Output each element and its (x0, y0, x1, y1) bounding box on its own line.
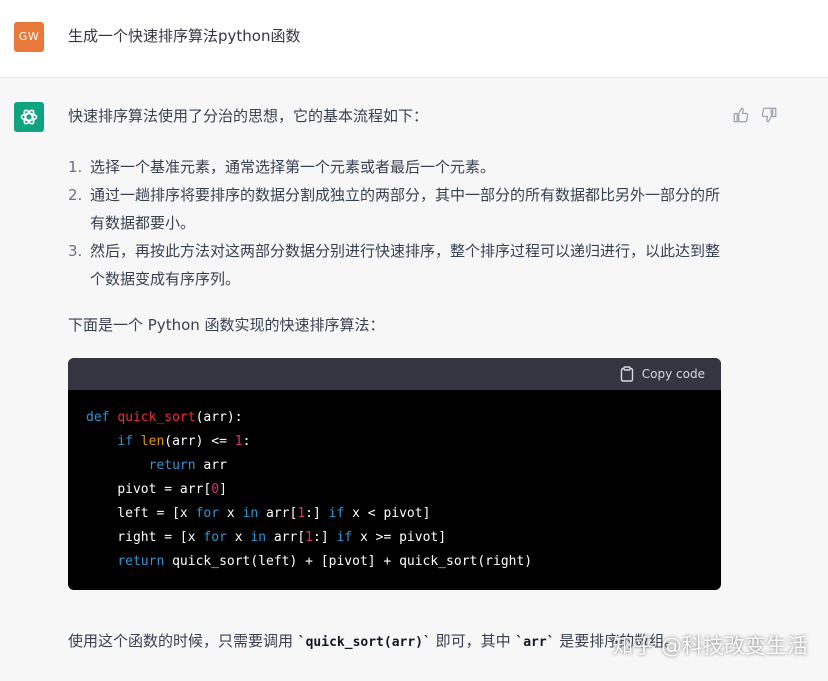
code-line: pivot = arr[0] (117, 482, 227, 497)
step-list: 1. 选择一个基准元素，通常选择第一个元素或者最后一个元素。 2. 通过一趟排序… (68, 153, 728, 293)
clipboard-icon (620, 366, 633, 382)
code-block-header: Copy code (68, 358, 721, 390)
assistant-avatar (14, 102, 44, 132)
copy-code-label: Copy code (641, 367, 705, 381)
openai-logo-icon (20, 109, 38, 125)
user-prompt-text: 生成一个快速排序算法python函数 (68, 27, 301, 45)
list-item: 1. 选择一个基准元素，通常选择第一个元素或者最后一个元素。 (68, 153, 728, 181)
code-block: Copy code def quick_sort(arr): if len(ar… (68, 358, 721, 590)
user-avatar: GW (14, 22, 44, 52)
watermark: 知乎 @科技改变生活 (612, 634, 808, 658)
code-line: if len(arr) <= 1: (117, 434, 251, 449)
inline-code: `quick_sort(arr)` (297, 635, 431, 650)
footer-text: 使用这个函数的时候，只需要调用 `quick_sort(arr)` 即可，其中 … (68, 632, 680, 650)
code-intro: 下面是一个 Python 函数实现的快速排序算法： (68, 316, 385, 334)
step-number: 3. (68, 242, 83, 260)
code-line: return quick_sort(left) + [pivot] + quic… (117, 554, 533, 569)
list-item: 2. 通过一趟排序将要排序的数据分割成独立的两部分，其中一部分的所有数据都比另外… (68, 181, 728, 237)
code-line: right = [x for x in arr[1:] if x >= pivo… (86, 530, 447, 545)
code-line: return arr (148, 458, 227, 473)
step-text: 选择一个基准元素，通常选择第一个元素或者最后一个元素。 (90, 158, 496, 176)
inline-code: `arr` (515, 635, 555, 650)
step-text: 通过一趟排序将要排序的数据分割成独立的两部分，其中一部分的所有数据都比另外一部分… (90, 186, 721, 232)
assistant-intro: 快速排序算法使用了分治的思想，它的基本流程如下： (68, 107, 429, 125)
thumbs-up-icon[interactable] (732, 106, 750, 124)
code-line: def quick_sort(arr): (86, 410, 243, 425)
step-text: 然后，再按此方法对这两部分数据分别进行快速排序，整个排序过程可以递归进行，以此达… (90, 242, 721, 288)
step-number: 1. (68, 158, 83, 176)
thumbs-down-icon[interactable] (760, 106, 778, 124)
copy-code-button[interactable]: Copy code (620, 366, 705, 382)
step-number: 2. (68, 186, 83, 204)
list-item: 3. 然后，再按此方法对这两部分数据分别进行快速排序，整个排序过程可以递归进行，… (68, 237, 728, 293)
code-line: left = [x for x in arr[1:] if x < pivot] (86, 506, 431, 521)
user-message-row: GW 生成一个快速排序算法python函数 (0, 0, 828, 78)
code-content: def quick_sort(arr): if len(arr) <= 1: r… (68, 390, 721, 574)
